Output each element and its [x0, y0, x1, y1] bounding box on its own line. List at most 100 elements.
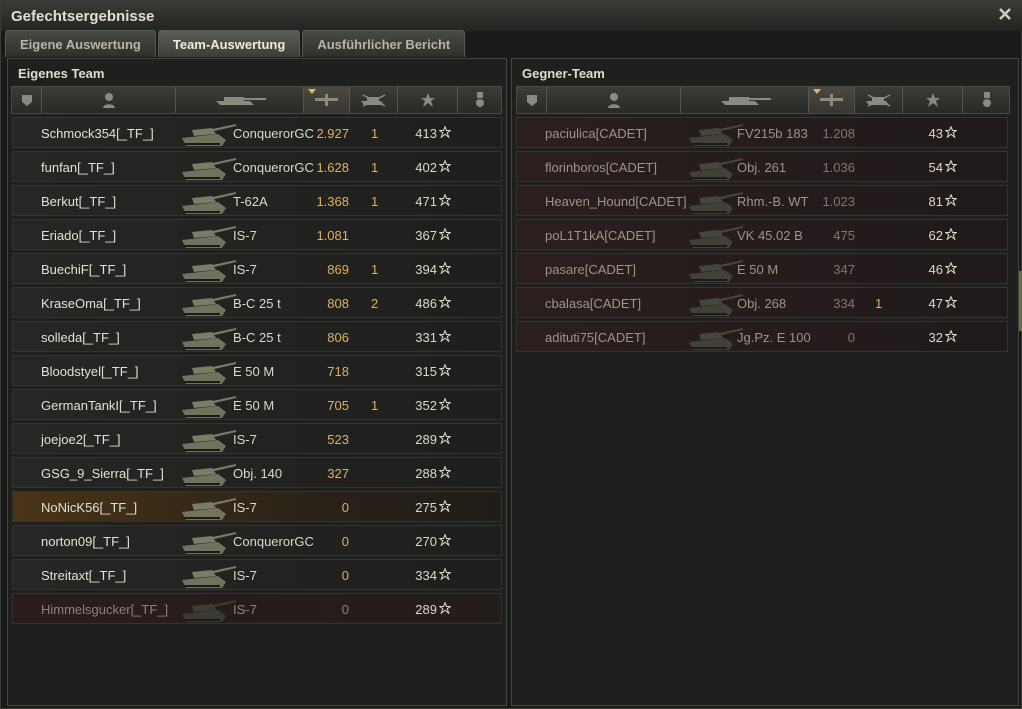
kills-value: 1: [875, 296, 883, 311]
xp-value: 288: [415, 466, 437, 481]
player-row[interactable]: florinboros[CADET] Obj. 261 1.036 54: [516, 151, 1008, 182]
player-row[interactable]: adituti75[CADET] Jg.Pz. E 100 0 32: [516, 321, 1008, 352]
damage-value: 0: [341, 602, 349, 617]
tank-name: VK 45.02 B: [737, 228, 803, 243]
medal-icon: [476, 92, 484, 107]
player-name: NoNicK56[_TF_]: [41, 500, 138, 515]
tank-name: IS-7: [233, 568, 257, 583]
tank-image: [689, 260, 743, 282]
damage-value: 0: [847, 330, 855, 345]
tank-name: E 50 M: [233, 364, 275, 379]
sort-platoon-button[interactable]: [12, 87, 42, 113]
sort-medals-button[interactable]: [458, 87, 502, 113]
player-row[interactable]: funfan[_TF_] ConquerorGC 1.628 1 402: [12, 151, 502, 182]
tank-name: IS-7: [233, 228, 257, 243]
player-row[interactable]: Bloodstyel[_TF_] E 50 M 718 315: [12, 355, 502, 386]
damage-value: 1.208: [822, 126, 855, 141]
player-icon: [607, 93, 620, 108]
tank-name: Rhm.-B. WT: [737, 194, 809, 209]
xp-value: 394: [415, 262, 437, 277]
player-row[interactable]: poL1T1kA[CADET] VK 45.02 B 475 62: [516, 219, 1008, 250]
player-name: Bloodstyel[_TF_]: [41, 364, 139, 379]
damage-value: 347: [833, 262, 855, 277]
player-row[interactable]: KraseOma[_TF_] B-C 25 t 808 2 486: [12, 287, 502, 318]
player-row[interactable]: norton09[_TF_] ConquerorGC 0 270: [12, 525, 502, 556]
kills-icon: [865, 94, 890, 107]
sort-arrow-icon: [813, 89, 821, 94]
sort-medals-button[interactable]: [963, 87, 1011, 113]
player-row[interactable]: GermanTankI[_TF_] E 50 M 705 1 352: [12, 389, 502, 420]
player-row[interactable]: NoNicK56[_TF_] IS-7 0 275: [12, 491, 502, 522]
tank-name: E 50 M: [233, 398, 275, 413]
xp-value: 62: [928, 228, 943, 243]
player-row[interactable]: Himmelsgucker[_TF_] IS-7 0 289: [12, 593, 502, 624]
kills-value: 2: [371, 296, 379, 311]
player-row[interactable]: pasare[CADET] E 50 M 347 46: [516, 253, 1008, 284]
player-row[interactable]: Berkut[_TF_] T-62A 1.368 1 471: [12, 185, 502, 216]
damage-value: 2.927: [316, 126, 349, 141]
sort-xp-button[interactable]: [398, 87, 458, 113]
player-name: pasare[CADET]: [545, 262, 637, 277]
tank-image: [182, 260, 236, 282]
tank-image: [182, 600, 236, 622]
star-icon: [945, 126, 957, 138]
tank-image: [182, 566, 236, 588]
sort-player-button[interactable]: [547, 87, 681, 113]
player-name: Berkut[_TF_]: [41, 194, 117, 209]
damage-value: 523: [327, 432, 349, 447]
player-row[interactable]: joejoe2[_TF_] IS-7 523 289: [12, 423, 502, 454]
tank-name: B-C 25 t: [233, 296, 281, 311]
star-icon: [945, 296, 957, 308]
player-name: GSG_9_Sierra[_TF_]: [41, 466, 164, 481]
player-row[interactable]: cbalasa[CADET] Obj. 268 334 1 47: [516, 287, 1008, 318]
star-icon: [439, 500, 451, 512]
sort-platoon-button[interactable]: [517, 87, 547, 113]
enemy-team-list: paciulica[CADET] FV215b 183 1.208 43 florinb…: [516, 117, 1008, 355]
tank-name: Obj. 140: [233, 466, 283, 481]
damage-value: 1.368: [316, 194, 349, 209]
xp-value: 352: [415, 398, 437, 413]
window-title: Gefechtsergebnisse: [11, 8, 155, 25]
player-row[interactable]: solleda[_TF_] B-C 25 t 806 331: [12, 321, 502, 352]
player-row[interactable]: Heaven_Hound[CADET] Rhm.-B. WT 1.023 81: [516, 185, 1008, 216]
xp-value: 334: [415, 568, 437, 583]
player-row[interactable]: GSG_9_Sierra[_TF_] Obj. 140 327 288: [12, 457, 502, 488]
xp-value: 331: [415, 330, 437, 345]
tank-name: ConquerorGC: [233, 160, 314, 175]
tab-detailed-report[interactable]: Ausführlicher Bericht: [302, 30, 466, 57]
player-name: Streitaxt[_TF_]: [41, 568, 127, 583]
sort-kills-button[interactable]: [350, 87, 398, 113]
star-icon: [945, 160, 957, 172]
sort-tank-button[interactable]: [176, 87, 304, 113]
tank-name: E 50 M: [737, 262, 779, 277]
sort-damage-button[interactable]: [304, 87, 350, 113]
player-row[interactable]: Eriado[_TF_] IS-7 1.081 367: [12, 219, 502, 250]
player-name: cbalasa[CADET]: [545, 296, 642, 311]
sort-damage-button[interactable]: [809, 87, 855, 113]
tab-own-results[interactable]: Eigene Auswertung: [5, 30, 156, 57]
star-icon: [439, 330, 451, 342]
player-row[interactable]: paciulica[CADET] FV215b 183 1.208 43: [516, 117, 1008, 148]
tab-team-results[interactable]: Team-Auswertung: [157, 30, 301, 57]
star-icon: [439, 466, 451, 478]
player-row[interactable]: Schmock354[_TF_] ConquerorGC 2.927 1 413: [12, 117, 502, 148]
damage-value: 0: [341, 568, 349, 583]
player-row[interactable]: Streitaxt[_TF_] IS-7 0 334: [12, 559, 502, 590]
player-name: paciulica[CADET]: [545, 126, 647, 141]
tank-name: IS-7: [233, 602, 257, 617]
own-team-title: Eigenes Team: [18, 66, 105, 81]
sort-arrow-icon: [308, 89, 316, 94]
star-icon: [945, 228, 957, 240]
tank-image: [182, 226, 236, 248]
damage-value: 1.628: [316, 160, 349, 175]
damage-value: 705: [327, 398, 349, 413]
own-team-panel: Eigenes Team Schmock354[_TF_] ConquerorGC…: [7, 58, 507, 706]
star-icon: [420, 93, 435, 107]
player-row[interactable]: BuechiF[_TF_] IS-7 869 1 394: [12, 253, 502, 284]
close-icon[interactable]: [997, 6, 1013, 22]
sort-xp-button[interactable]: [903, 87, 963, 113]
sort-player-button[interactable]: [42, 87, 176, 113]
xp-value: 270: [415, 534, 437, 549]
sort-tank-button[interactable]: [681, 87, 809, 113]
sort-kills-button[interactable]: [855, 87, 903, 113]
